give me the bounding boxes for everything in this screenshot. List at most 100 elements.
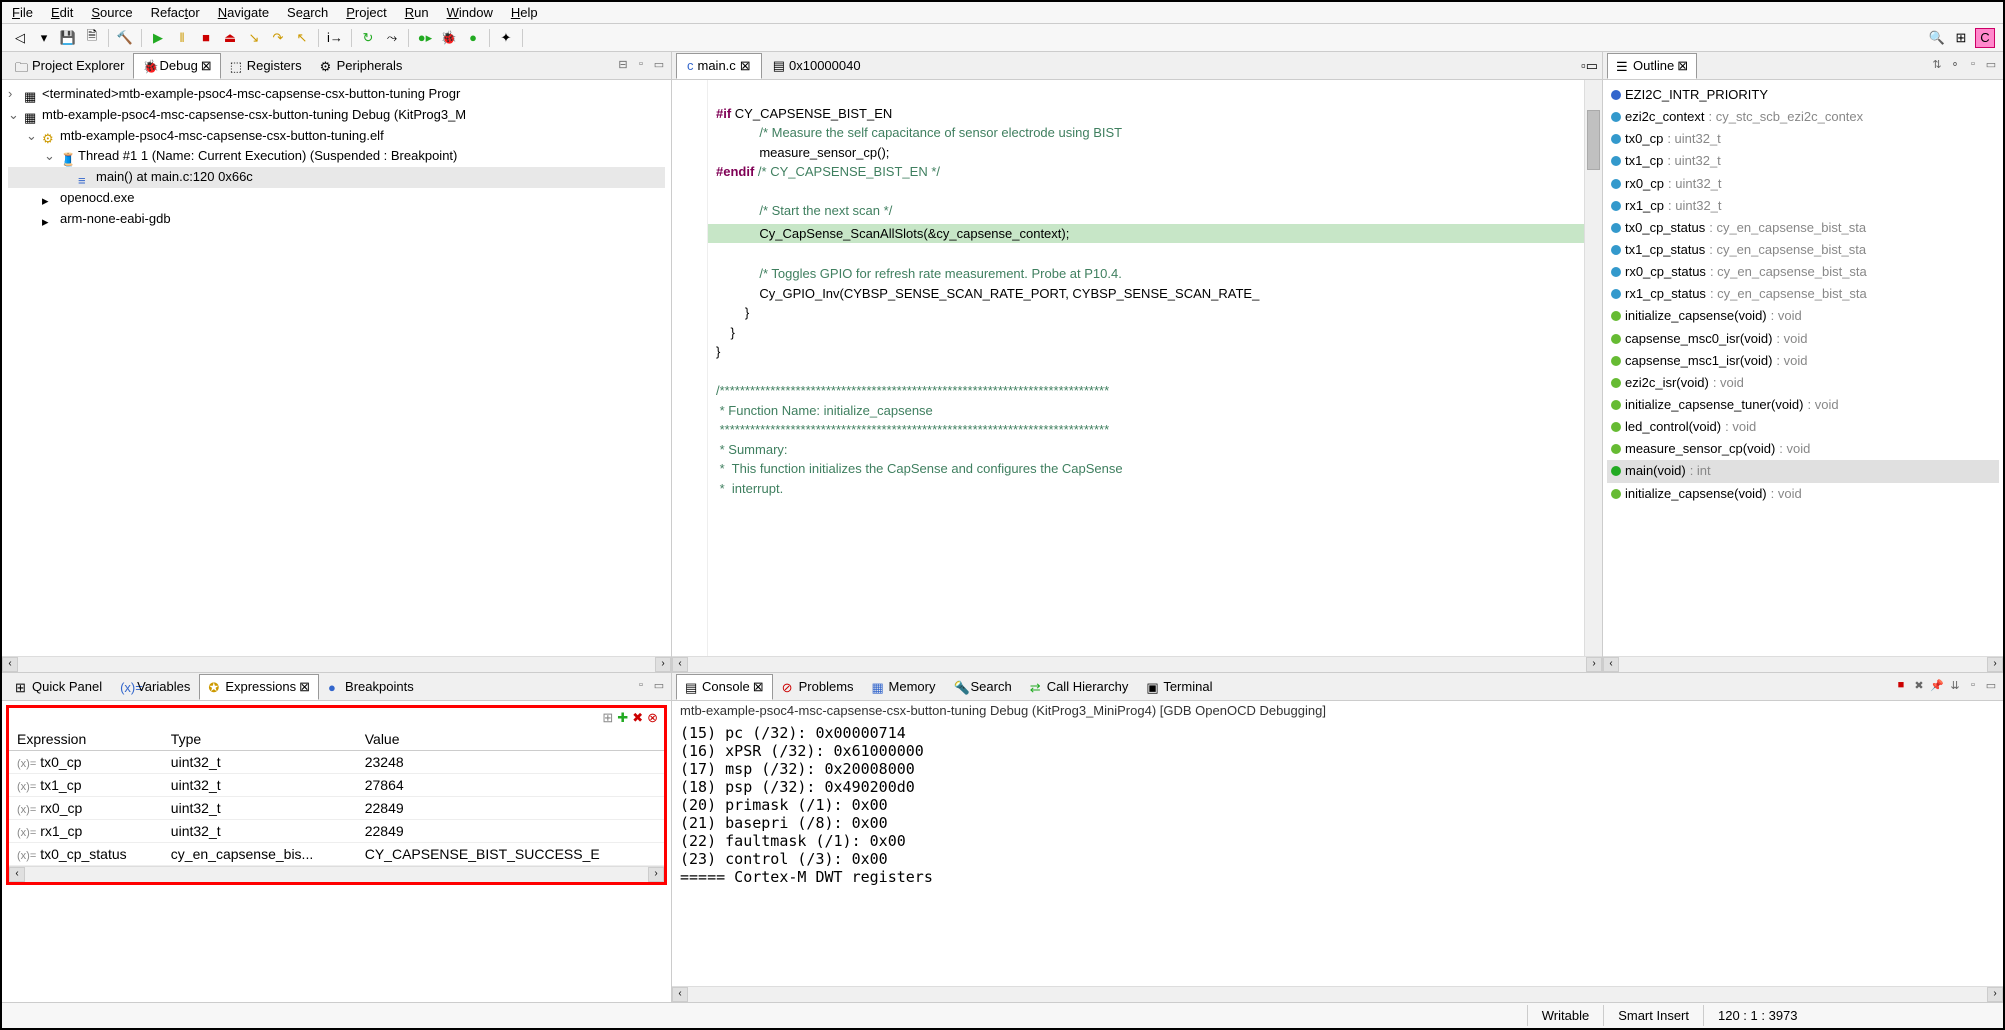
launch-active[interactable]: mtb-example-psoc4-msc-capsense-csx-butto… [42,105,466,126]
step-over-icon[interactable]: ↷ [268,28,288,48]
open-perspective-icon[interactable]: ⊞ [1951,28,1971,48]
menu-run[interactable]: Run [405,5,429,20]
menu-window[interactable]: Window [447,5,493,20]
outline-item[interactable]: measure_sensor_cp(void) : void [1607,438,1999,460]
back-icon[interactable]: ◁ [10,28,30,48]
console-pin-icon[interactable]: 📌 [1929,679,1945,695]
expr-add-icon[interactable]: ✚ [617,710,628,726]
debug-pause-icon[interactable]: ‖ [172,28,192,48]
tab-console[interactable]: ▤Console ⊠ [676,674,773,700]
code-body[interactable]: #if CY_CAPSENSE_BIST_EN /* Measure the s… [708,80,1584,656]
tab-search[interactable]: 🔦Search [944,674,1020,699]
expr-tool-icon[interactable]: ⊞ [602,710,613,726]
editor-max-icon[interactable]: ▭ [1586,58,1598,74]
menu-edit[interactable]: Edit [51,5,73,20]
code-editor[interactable]: #if CY_CAPSENSE_BIST_EN /* Measure the s… [672,80,1602,656]
menu-help[interactable]: Help [511,5,538,20]
menu-file[interactable]: File [12,5,33,20]
launch-terminated[interactable]: <terminated>mtb-example-psoc4-msc-capsen… [42,84,460,105]
console-hscroll[interactable]: ‹› [672,986,2003,1002]
step-into-icon[interactable]: ↘ [244,28,264,48]
tab-memory[interactable]: ▦Memory [863,674,945,699]
dropdown-icon[interactable]: ▾ [34,28,54,48]
outline-item[interactable]: initialize_capsense(void) : void [1607,483,1999,505]
outline-item[interactable]: tx0_cp_status : cy_en_capsense_bist_sta [1607,217,1999,239]
debug-icon[interactable]: 🐞 [439,28,459,48]
outline-max-icon[interactable]: ▭ [1983,58,1999,74]
expr-hscroll[interactable]: ‹› [9,866,664,882]
tab-problems[interactable]: ⊘Problems [773,674,863,699]
view-menu-icon[interactable]: ⊟ [615,58,631,74]
table-row[interactable]: (x)=tx1_cpuint32_t27864 [9,774,664,797]
outline-item[interactable]: led_control(void) : void [1607,416,1999,438]
hammer-icon[interactable]: 🔨 [115,28,135,48]
skip-icon[interactable]: ⤳ [382,28,402,48]
menu-project[interactable]: Project [346,5,386,20]
debug-frame[interactable]: main() at main.c:120 0x66c [96,167,253,188]
expr-max-icon[interactable]: ▭ [651,679,667,695]
console-min-icon[interactable]: ▫ [1965,679,1981,695]
outline-min-icon[interactable]: ▫ [1965,58,1981,74]
instruction-step-icon[interactable]: i→ [325,28,345,48]
outline-item[interactable]: capsense_msc1_isr(void) : void [1607,350,1999,372]
tab-breakpoints[interactable]: ●Breakpoints [319,674,423,699]
table-row[interactable]: (x)=rx1_cpuint32_t22849 [9,820,664,843]
menu-navigate[interactable]: Navigate [218,5,269,20]
outline-filter-icon[interactable]: ⚬ [1947,58,1963,74]
outline-item[interactable]: rx1_cp_status : cy_en_capsense_bist_sta [1607,283,1999,305]
tab-debug[interactable]: 🐞Debug ⊠ [133,53,220,79]
col-value[interactable]: Value [357,728,664,751]
console-stop-icon[interactable]: ■ [1893,679,1909,695]
outline-item[interactable]: tx1_cp_status : cy_en_capsense_bist_sta [1607,239,1999,261]
tab-terminal[interactable]: ▣Terminal [1137,674,1221,699]
debug-thread[interactable]: Thread #1 1 (Name: Current Execution) (S… [78,146,457,167]
outline-item[interactable]: rx0_cp : uint32_t [1607,173,1999,195]
view-min-icon[interactable]: ▫ [633,58,649,74]
console-max-icon[interactable]: ▭ [1983,679,1999,695]
debug-proc-openocd[interactable]: openocd.exe [60,188,134,209]
step-return-icon[interactable]: ↖ [292,28,312,48]
coverage-icon[interactable]: ● [463,28,483,48]
editor-tab-memory[interactable]: ▤0x10000040 [762,53,872,79]
console-clear-icon[interactable]: ✖ [1911,679,1927,695]
tab-registers[interactable]: ⬚Registers [221,53,311,78]
expr-removeall-icon[interactable]: ⊗ [647,710,658,726]
tab-call-hierarchy[interactable]: ⇄Call Hierarchy [1021,674,1138,699]
outline-item[interactable]: initialize_capsense(void) : void [1607,305,1999,327]
debug-proc-gdb[interactable]: arm-none-eabi-gdb [60,209,171,230]
outline-list[interactable]: EZI2C_INTR_PRIORITYezi2c_context : cy_st… [1603,80,2003,656]
editor-hscroll[interactable]: ‹› [672,656,1602,672]
outline-sort-icon[interactable]: ⇅ [1929,58,1945,74]
debug-resume-icon[interactable]: ▶ [148,28,168,48]
tab-variables[interactable]: (x)=Variables [111,674,199,699]
outline-item[interactable]: ezi2c_isr(void) : void [1607,372,1999,394]
console-body[interactable]: (15) pc (/32): 0x00000714 (16) xPSR (/32… [672,720,2003,986]
menu-refactor[interactable]: Refactor [151,5,200,20]
search-toolbar-icon[interactable]: 🔍 [1927,28,1947,48]
run-icon[interactable]: ●▸ [415,28,435,48]
table-row[interactable]: (x)=rx0_cpuint32_t22849 [9,797,664,820]
expr-min-icon[interactable]: ▫ [633,679,649,695]
debug-elf[interactable]: mtb-example-psoc4-msc-capsense-csx-butto… [60,126,384,147]
outline-item[interactable]: ezi2c_context : cy_stc_scb_ezi2c_contex [1607,106,1999,128]
menu-source[interactable]: Source [91,5,132,20]
editor-vscroll[interactable] [1584,80,1602,656]
outline-item[interactable]: tx1_cp : uint32_t [1607,150,1999,172]
debug-stop-icon[interactable]: ■ [196,28,216,48]
new-icon[interactable]: ✦ [496,28,516,48]
save-icon[interactable]: 💾 [58,28,78,48]
debug-hscroll[interactable]: ‹› [2,656,671,672]
tab-outline[interactable]: ☰Outline ⊠ [1607,53,1697,79]
tab-project-explorer[interactable]: 🗀Project Explorer [6,53,133,78]
outline-item[interactable]: rx1_cp : uint32_t [1607,195,1999,217]
console-scroll-icon[interactable]: ⇊ [1947,679,1963,695]
expr-remove-icon[interactable]: ✖ [632,710,643,726]
view-max-icon[interactable]: ▭ [651,58,667,74]
outline-item[interactable]: capsense_msc0_isr(void) : void [1607,328,1999,350]
col-type[interactable]: Type [163,728,357,751]
tab-peripherals[interactable]: ⚙Peripherals [311,53,412,78]
outline-item[interactable]: initialize_capsense_tuner(void) : void [1607,394,1999,416]
tab-quick-panel[interactable]: ⊞Quick Panel [6,674,111,699]
expressions-table[interactable]: Expression Type Value (x)=tx0_cpuint32_t… [9,728,664,866]
restart-icon[interactable]: ↻ [358,28,378,48]
